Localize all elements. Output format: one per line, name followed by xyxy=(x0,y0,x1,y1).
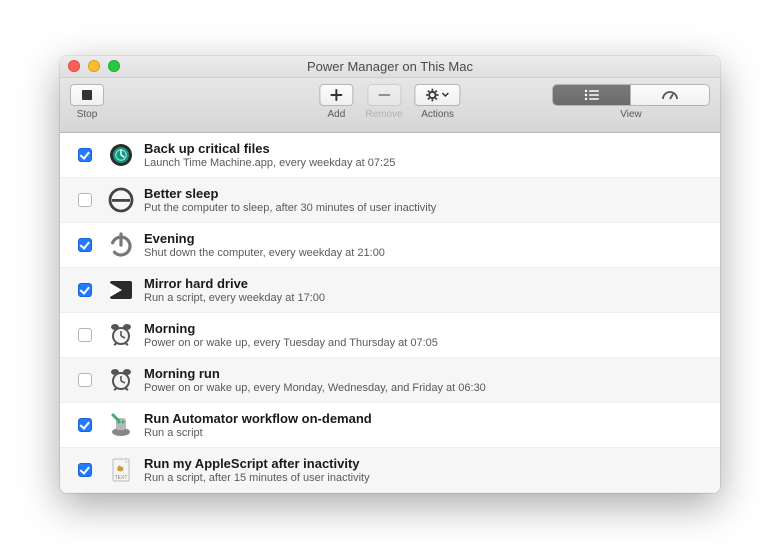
event-subtitle: Run a script xyxy=(144,427,372,439)
chevron-down-icon xyxy=(442,92,450,98)
toolbar: Stop Add Remove Actions xyxy=(60,78,720,133)
add-label: Add xyxy=(327,109,345,120)
view-gauge-button[interactable] xyxy=(631,85,709,105)
event-checkbox[interactable] xyxy=(78,193,92,207)
event-title: Better sleep xyxy=(144,186,436,201)
applescript-icon: TEXT xyxy=(108,457,134,483)
stop-group: Stop xyxy=(70,84,104,120)
event-subtitle: Run a script, after 15 minutes of user i… xyxy=(144,472,370,484)
event-title: Morning xyxy=(144,321,438,336)
event-text: Morning runPower on or wake up, every Mo… xyxy=(144,366,486,394)
event-subtitle: Power on or wake up, every Monday, Wedne… xyxy=(144,382,486,394)
view-list-button[interactable] xyxy=(553,85,631,105)
remove-label: Remove xyxy=(365,109,402,120)
power-icon xyxy=(108,232,134,258)
gear-icon xyxy=(426,88,440,102)
event-subtitle: Power on or wake up, every Tuesday and T… xyxy=(144,337,438,349)
event-row[interactable]: Back up critical filesLaunch Time Machin… xyxy=(60,133,720,178)
event-checkbox[interactable] xyxy=(78,463,92,477)
event-subtitle: Shut down the computer, every weekday at… xyxy=(144,247,385,259)
view-segmented xyxy=(552,84,710,106)
remove-button xyxy=(367,84,401,106)
event-list: Back up critical filesLaunch Time Machin… xyxy=(60,133,720,493)
titlebar[interactable]: Power Manager on This Mac xyxy=(60,56,720,78)
alarm-icon xyxy=(108,322,134,348)
event-checkbox[interactable] xyxy=(78,238,92,252)
event-title: Run Automator workflow on-demand xyxy=(144,411,372,426)
center-tools: Add Remove Actions xyxy=(319,84,460,120)
actions-label: Actions xyxy=(421,109,454,120)
event-subtitle: Put the computer to sleep, after 30 minu… xyxy=(144,202,436,214)
event-subtitle: Run a script, every weekday at 17:00 xyxy=(144,292,325,304)
event-title: Evening xyxy=(144,231,385,246)
event-text: Run my AppleScript after inactivityRun a… xyxy=(144,456,370,484)
event-row[interactable]: Better sleepPut the computer to sleep, a… xyxy=(60,178,720,223)
minus-icon xyxy=(377,88,391,102)
view-group: View xyxy=(552,84,710,120)
stop-label: Stop xyxy=(77,109,98,120)
event-subtitle: Launch Time Machine.app, every weekday a… xyxy=(144,157,395,169)
stop-icon xyxy=(81,89,93,101)
event-row[interactable]: EveningShut down the computer, every wee… xyxy=(60,223,720,268)
remove-group: Remove xyxy=(365,84,402,120)
automator-icon xyxy=(108,412,134,438)
add-button[interactable] xyxy=(319,84,353,106)
event-row[interactable]: Mirror hard driveRun a script, every wee… xyxy=(60,268,720,313)
event-row[interactable]: MorningPower on or wake up, every Tuesda… xyxy=(60,313,720,358)
timemachine-icon xyxy=(108,142,134,168)
list-icon xyxy=(583,89,601,101)
actions-group: Actions xyxy=(415,84,461,120)
stop-button[interactable] xyxy=(70,84,104,106)
event-checkbox[interactable] xyxy=(78,328,92,342)
event-text: Mirror hard driveRun a script, every wee… xyxy=(144,276,325,304)
script-icon xyxy=(108,277,134,303)
add-group: Add xyxy=(319,84,353,120)
event-text: Back up critical filesLaunch Time Machin… xyxy=(144,141,395,169)
event-title: Morning run xyxy=(144,366,486,381)
event-row[interactable]: Morning runPower on or wake up, every Mo… xyxy=(60,358,720,403)
event-title: Mirror hard drive xyxy=(144,276,325,291)
event-text: EveningShut down the computer, every wee… xyxy=(144,231,385,259)
event-checkbox[interactable] xyxy=(78,418,92,432)
view-label: View xyxy=(620,109,642,120)
event-checkbox[interactable] xyxy=(78,373,92,387)
window-title: Power Manager on This Mac xyxy=(60,59,720,74)
app-window: Power Manager on This Mac Stop Add Remov… xyxy=(60,56,720,493)
event-text: MorningPower on or wake up, every Tuesda… xyxy=(144,321,438,349)
alarm-icon xyxy=(108,367,134,393)
event-row[interactable]: TEXT Run my AppleScript after inactivityR… xyxy=(60,448,720,493)
sleep-icon xyxy=(108,187,134,213)
plus-icon xyxy=(329,88,343,102)
gauge-icon xyxy=(661,89,679,101)
event-checkbox[interactable] xyxy=(78,283,92,297)
event-text: Run Automator workflow on-demandRun a sc… xyxy=(144,411,372,439)
event-checkbox[interactable] xyxy=(78,148,92,162)
event-title: Run my AppleScript after inactivity xyxy=(144,456,370,471)
event-title: Back up critical files xyxy=(144,141,395,156)
svg-text:TEXT: TEXT xyxy=(115,475,128,481)
event-text: Better sleepPut the computer to sleep, a… xyxy=(144,186,436,214)
actions-button[interactable] xyxy=(415,84,461,106)
event-row[interactable]: Run Automator workflow on-demandRun a sc… xyxy=(60,403,720,448)
